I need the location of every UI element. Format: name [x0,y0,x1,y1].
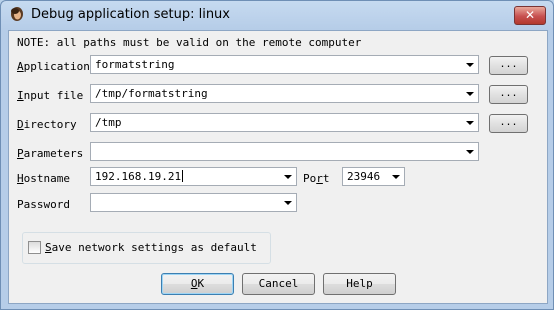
input-file-browse-button[interactable]: ... [489,85,528,104]
close-button[interactable]: ✕ [514,6,546,25]
dialog-body: NOTE: all paths must be valid on the rem… [8,30,548,304]
help-button[interactable]: Help [323,273,396,295]
hostname-value: 192.168.19.21 [95,170,184,183]
application-label: Application [17,60,90,73]
cancel-button[interactable]: Cancel [242,273,315,295]
parameters-combo[interactable] [90,142,479,161]
port-label: Port [303,172,330,185]
chevron-down-icon[interactable] [461,85,478,102]
directory-browse-button[interactable]: ... [489,114,528,133]
chevron-down-icon[interactable] [279,194,296,211]
password-combo[interactable] [90,193,297,212]
chevron-down-icon[interactable] [461,114,478,131]
application-browse-button[interactable]: ... [489,56,528,75]
dialog-window: Debug application setup: linux ✕ NOTE: a… [0,0,554,310]
application-value: formatstring [95,58,175,71]
password-label: Password [17,198,70,211]
port-combo[interactable]: 23946 [342,167,405,186]
ok-button[interactable]: OK [161,273,234,295]
hostname-combo[interactable]: 192.168.19.21 [90,167,297,186]
save-settings-checkbox[interactable] [28,241,41,254]
note-text: NOTE: all paths must be valid on the rem… [17,36,362,49]
directory-label: Directory [17,118,77,131]
save-settings-label[interactable]: Save network settings as default [45,241,257,254]
directory-combo[interactable]: /tmp [90,113,479,132]
chevron-down-icon[interactable] [387,168,404,185]
text-caret [182,170,184,182]
hostname-label: Hostname [17,172,70,185]
chevron-down-icon[interactable] [461,56,478,73]
ida-app-icon [11,7,23,21]
chevron-down-icon[interactable] [279,168,296,185]
input-file-label: Input file [17,89,84,102]
input-file-value: /tmp/formatstring [95,87,208,100]
title-bar[interactable]: Debug application setup: linux ✕ [1,1,553,29]
chevron-down-icon[interactable] [461,143,478,160]
window-title: Debug application setup: linux [31,7,230,22]
port-value: 23946 [347,170,381,183]
directory-value: /tmp [95,116,122,129]
parameters-label: Parameters [17,147,84,160]
application-combo[interactable]: formatstring [90,55,479,74]
input-file-combo[interactable]: /tmp/formatstring [90,84,479,103]
